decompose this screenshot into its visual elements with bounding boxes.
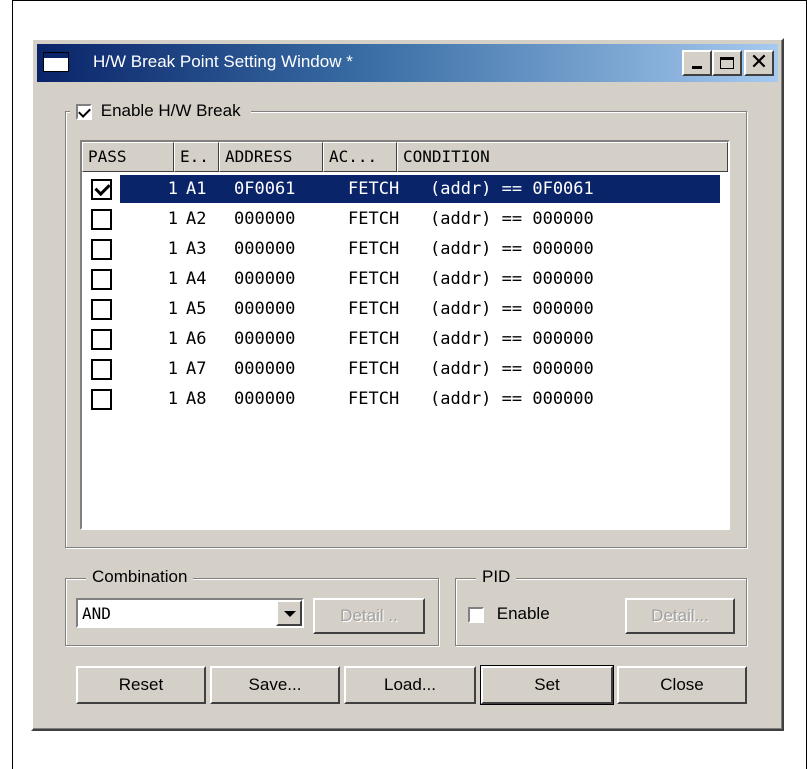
column-header-condition[interactable]: CONDITION — [397, 142, 728, 172]
maximize-icon — [720, 57, 734, 69]
window-title: H/W Break Point Setting Window * — [93, 52, 353, 71]
cell-event: A8 — [186, 389, 207, 409]
table-row[interactable]: 1 A6 000000 FETCH (addr) == 000000 — [88, 324, 722, 354]
pid-enable-label[interactable]: Enable — [497, 604, 550, 623]
cell-event: A2 — [186, 209, 207, 229]
pid-label: PID — [476, 567, 517, 587]
window-app-icon[interactable] — [43, 52, 69, 72]
cell-access: FETCH — [348, 329, 400, 349]
frame-left-line — [12, 0, 13, 769]
close-icon: ✕ — [749, 50, 769, 75]
cell-condition: (addr) == 000000 — [430, 239, 594, 259]
maximize-button[interactable] — [712, 50, 742, 76]
table-row[interactable]: 1 A3 000000 FETCH (addr) == 000000 — [88, 234, 722, 264]
cell-address: 000000 — [234, 299, 296, 319]
cell-pass-count: 1 — [167, 359, 178, 379]
load-button[interactable]: Load... — [344, 666, 476, 704]
table-row[interactable]: 1 A5 000000 FETCH (addr) == 000000 — [88, 294, 722, 324]
minimize-button[interactable] — [682, 50, 712, 76]
cell-pass-count: 1 — [167, 389, 178, 409]
cell-condition: (addr) == 000000 — [430, 359, 594, 379]
reset-button[interactable]: Reset — [76, 666, 206, 704]
save-button[interactable]: Save... — [210, 666, 340, 704]
cell-pass-count: 1 — [167, 209, 178, 229]
cell-condition: (addr) == 000000 — [430, 269, 594, 289]
cell-event: A1 — [186, 179, 207, 199]
cell-condition: (addr) == 000000 — [430, 389, 594, 409]
cell-access: FETCH — [348, 239, 400, 259]
pid-detail-button[interactable]: Detail... — [625, 598, 735, 634]
cell-address: 000000 — [234, 269, 296, 289]
close-window-button[interactable]: ✕ — [744, 50, 774, 76]
pass-checkbox[interactable] — [91, 329, 112, 350]
cell-pass-count: 1 — [167, 269, 178, 289]
cell-condition: (addr) == 000000 — [430, 209, 594, 229]
cell-condition: (addr) == 0F0061 — [430, 179, 594, 199]
pass-checkbox[interactable] — [91, 359, 112, 380]
cell-address: 000000 — [234, 209, 296, 229]
pass-checkbox[interactable] — [91, 299, 112, 320]
cell-pass-count: 1 — [167, 329, 178, 349]
cell-address: 0F0061 — [234, 179, 296, 199]
combination-value: AND — [82, 604, 111, 623]
cell-event: A6 — [186, 329, 207, 349]
table-row[interactable]: 1 A4 000000 FETCH (addr) == 000000 — [88, 264, 722, 294]
breakpoint-list[interactable]: PASS E.. ADDRESS AC... CONDITION 1 A1 0F00… — [80, 140, 730, 530]
cell-address: 000000 — [234, 359, 296, 379]
pass-checkbox[interactable] — [91, 239, 112, 260]
pass-checkbox[interactable] — [91, 269, 112, 290]
list-header: PASS E.. ADDRESS AC... CONDITION — [82, 142, 728, 172]
combination-select[interactable]: AND — [76, 598, 304, 628]
column-header-address[interactable]: ADDRESS — [219, 142, 323, 172]
cell-access: FETCH — [348, 179, 400, 199]
cell-event: A7 — [186, 359, 207, 379]
enable-hw-break-legend: Enable H/W Break — [70, 101, 251, 121]
cell-address: 000000 — [234, 239, 296, 259]
title-bar[interactable]: H/W Break Point Setting Window * ✕ — [37, 44, 778, 82]
cell-access: FETCH — [348, 299, 400, 319]
table-row[interactable]: 1 A2 000000 FETCH (addr) == 000000 — [88, 204, 722, 234]
enable-hw-break-label[interactable]: Enable H/W Break — [101, 101, 241, 120]
enable-hw-break-checkbox[interactable] — [76, 103, 92, 120]
cell-condition: (addr) == 000000 — [430, 299, 594, 319]
cell-event: A3 — [186, 239, 207, 259]
minimize-icon — [692, 66, 702, 69]
cell-pass-count: 1 — [167, 299, 178, 319]
cell-access: FETCH — [348, 269, 400, 289]
column-header-event[interactable]: E.. — [174, 142, 219, 172]
cell-condition: (addr) == 000000 — [430, 329, 594, 349]
table-row[interactable]: 1 A1 0F0061 FETCH (addr) == 0F0061 — [88, 174, 722, 204]
combination-label: Combination — [86, 567, 194, 587]
cell-event: A4 — [186, 269, 207, 289]
pid-enable-control[interactable]: Enable — [468, 604, 550, 624]
set-button[interactable]: Set — [480, 665, 614, 705]
cell-address: 000000 — [234, 389, 296, 409]
cell-access: FETCH — [348, 389, 400, 409]
selection-highlight — [120, 175, 720, 203]
pass-checkbox[interactable] — [91, 179, 112, 200]
pass-checkbox[interactable] — [91, 389, 112, 410]
cell-pass-count: 1 — [167, 239, 178, 259]
column-header-access[interactable]: AC... — [323, 142, 397, 172]
cell-access: FETCH — [348, 359, 400, 379]
cell-event: A5 — [186, 299, 207, 319]
table-row[interactable]: 1 A7 000000 FETCH (addr) == 000000 — [88, 354, 722, 384]
combination-detail-button[interactable]: Detail .. — [313, 598, 425, 634]
cell-access: FETCH — [348, 209, 400, 229]
pid-enable-checkbox[interactable] — [468, 606, 484, 623]
cell-address: 000000 — [234, 329, 296, 349]
cell-pass-count: 1 — [167, 179, 178, 199]
table-row[interactable]: 1 A8 000000 FETCH (addr) == 000000 — [88, 384, 722, 414]
dropdown-arrow-icon[interactable] — [276, 600, 302, 626]
frame-top-line — [12, 0, 807, 1]
close-button[interactable]: Close — [617, 666, 747, 704]
column-header-pass[interactable]: PASS — [82, 142, 174, 172]
pass-checkbox[interactable] — [91, 209, 112, 230]
